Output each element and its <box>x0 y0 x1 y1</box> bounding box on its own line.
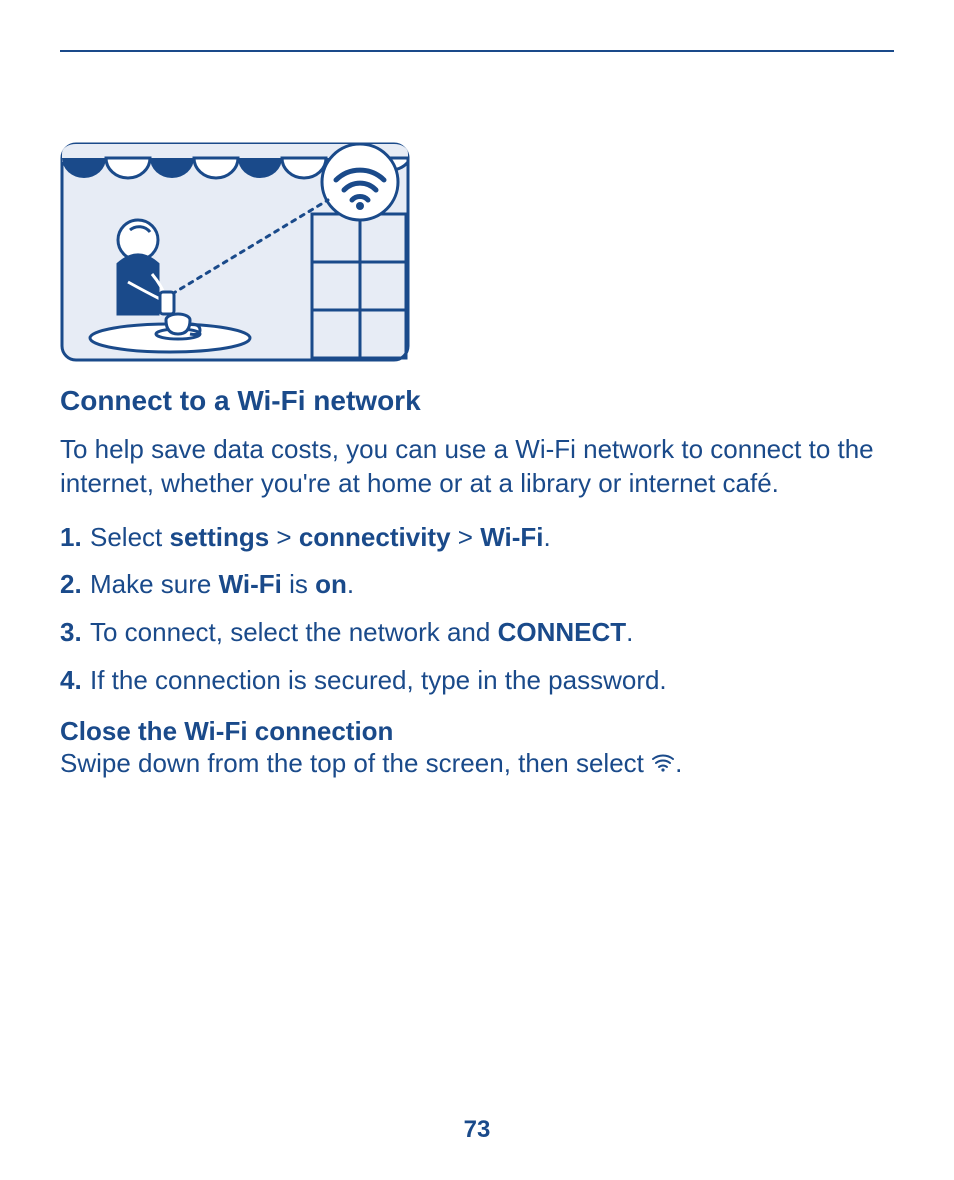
step-text: If the connection is secured, type in th… <box>90 664 894 698</box>
section-heading: Connect to a Wi-Fi network <box>60 385 894 417</box>
step-number: 3. <box>60 616 90 650</box>
step-1: 1. Select settings > connectivity > Wi-F… <box>60 521 894 555</box>
step-2: 2. Make sure Wi-Fi is on. <box>60 568 894 602</box>
step-text: Make sure Wi-Fi is on. <box>90 568 894 602</box>
step-number: 1. <box>60 521 90 555</box>
step-number: 2. <box>60 568 90 602</box>
step-text: To connect, select the network and CONNE… <box>90 616 894 650</box>
sub-heading: Close the Wi-Fi connection <box>60 716 894 747</box>
step-text: Select settings > connectivity > Wi-Fi. <box>90 521 894 555</box>
top-rule <box>60 50 894 52</box>
step-number: 4. <box>60 664 90 698</box>
sub-text: Swipe down from the top of the screen, t… <box>60 747 894 781</box>
step-3: 3. To connect, select the network and CO… <box>60 616 894 650</box>
intro-text: To help save data costs, you can use a W… <box>60 433 894 501</box>
page-number: 73 <box>0 1116 954 1144</box>
wifi-icon <box>651 753 675 773</box>
step-4: 4. If the connection is secured, type in… <box>60 664 894 698</box>
cafe-wifi-illustration <box>60 142 410 362</box>
